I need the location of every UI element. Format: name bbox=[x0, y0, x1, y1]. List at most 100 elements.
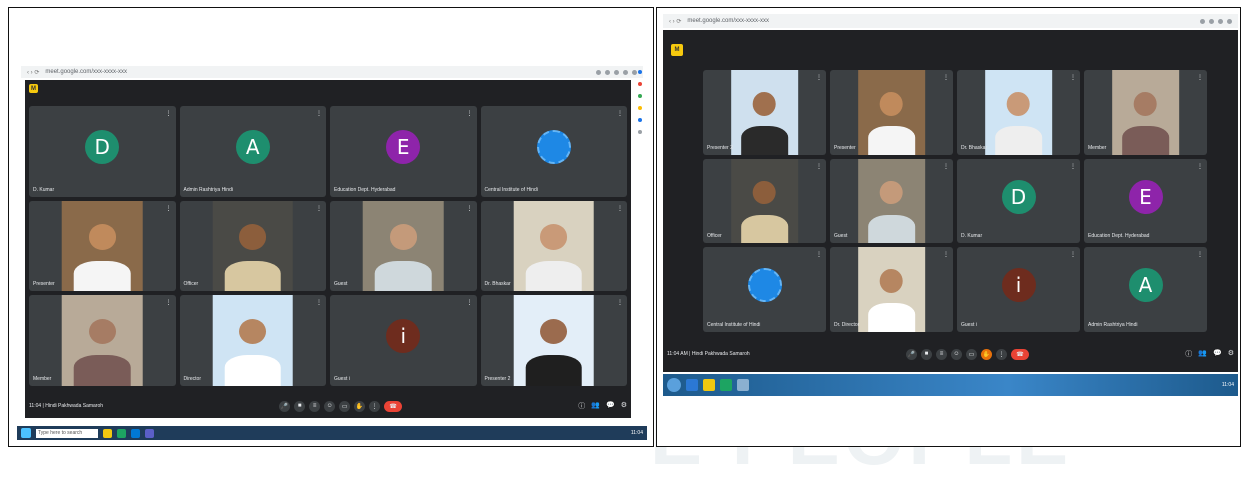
system-tray-clock[interactable]: 11:04 bbox=[631, 430, 643, 436]
end-button[interactable]: ☎ bbox=[1010, 348, 1029, 360]
tile-options-icon[interactable]: ⋮ bbox=[467, 205, 473, 212]
participant-tile[interactable]: ⋮ Director bbox=[179, 295, 326, 386]
ie-icon[interactable] bbox=[686, 379, 698, 391]
participant-tile[interactable]: ⋮ Presenter 2 bbox=[703, 70, 826, 155]
tile-options-icon[interactable]: ⋮ bbox=[166, 110, 172, 117]
tile-options-icon[interactable]: ⋮ bbox=[316, 110, 322, 117]
chrome-icon[interactable] bbox=[720, 379, 732, 391]
tile-options-icon[interactable]: ⋮ bbox=[617, 205, 623, 212]
participant-tile[interactable]: ⋮ Central Institute of Hindi bbox=[480, 106, 627, 197]
tile-options-icon[interactable]: ⋮ bbox=[1197, 251, 1203, 258]
tile-options-icon[interactable]: ⋮ bbox=[617, 299, 623, 306]
sidebar-dot-icon[interactable] bbox=[638, 70, 642, 74]
more-button[interactable]: ⋮ bbox=[995, 348, 1007, 360]
tile-options-icon[interactable]: ⋮ bbox=[467, 110, 473, 117]
present-button[interactable]: ▭ bbox=[965, 348, 977, 360]
cam-button[interactable]: ■ bbox=[294, 400, 306, 412]
tile-options-icon[interactable]: ⋮ bbox=[816, 74, 822, 81]
present-button[interactable]: ▭ bbox=[339, 400, 351, 412]
browser-address-bar[interactable]: ‹ › ⟳ meet.google.com/xxx-xxxx-xxx bbox=[663, 14, 1238, 28]
emoji-button[interactable]: ☺ bbox=[950, 348, 962, 360]
sidebar-dot-icon[interactable] bbox=[638, 118, 642, 122]
participant-tile[interactable]: E ⋮ Education Dept. Hyderabad bbox=[1084, 158, 1207, 244]
windows-start-icon[interactable] bbox=[667, 378, 681, 392]
hand-button[interactable]: ✋ bbox=[354, 400, 366, 412]
taskbar-search[interactable]: Type here to search bbox=[36, 428, 98, 438]
participant-tile[interactable]: ⋮ Dr. Bhaskar bbox=[957, 70, 1080, 155]
participant-tile[interactable]: i ⋮ Guest i bbox=[957, 247, 1080, 332]
nav-icons[interactable]: ‹ › ⟳ bbox=[27, 69, 39, 76]
participant-tile[interactable]: A ⋮ Admin Rashtriya Hindi bbox=[1084, 247, 1207, 332]
file-explorer-icon[interactable] bbox=[703, 379, 715, 391]
teams-icon[interactable] bbox=[145, 428, 154, 438]
participant-tile[interactable]: ⋮ Officer bbox=[179, 200, 326, 292]
side-control-icon[interactable]: ⚙ bbox=[1228, 349, 1234, 359]
participant-tile[interactable]: ⋮ Presenter 2 bbox=[480, 295, 627, 386]
tile-options-icon[interactable]: ⋮ bbox=[617, 110, 623, 117]
side-control-icon[interactable]: 💬 bbox=[606, 401, 615, 411]
participant-tile[interactable]: A ⋮ Admin Rashtriya Hindi bbox=[179, 106, 326, 197]
emoji-button[interactable]: ☺ bbox=[324, 400, 336, 412]
tile-options-icon[interactable]: ⋮ bbox=[816, 163, 822, 170]
tile-options-icon[interactable]: ⋮ bbox=[943, 74, 949, 81]
side-control-icon[interactable]: ⓘ bbox=[578, 401, 585, 411]
side-control-icon[interactable]: 👥 bbox=[1198, 349, 1207, 359]
tile-options-icon[interactable]: ⋮ bbox=[316, 299, 322, 306]
sidebar-dot-icon[interactable] bbox=[638, 82, 642, 86]
participant-tile[interactable]: i ⋮ Guest i bbox=[330, 295, 477, 386]
side-control-icon[interactable]: 💬 bbox=[1213, 349, 1222, 359]
participant-avatar: D bbox=[1001, 179, 1036, 214]
extension-icons[interactable] bbox=[596, 69, 637, 75]
tile-options-icon[interactable]: ⋮ bbox=[1070, 251, 1076, 258]
participant-tile[interactable]: ⋮ Member bbox=[1084, 70, 1207, 155]
extension-icons[interactable] bbox=[1200, 18, 1232, 24]
windows-start-icon[interactable] bbox=[21, 428, 31, 438]
participant-tile[interactable]: ⋮ Central Institute of Hindi bbox=[703, 247, 826, 332]
participant-tile[interactable]: E ⋮ Education Dept. Hyderabad bbox=[330, 106, 477, 197]
participant-tile[interactable]: ⋮ Member bbox=[29, 295, 176, 386]
side-control-icon[interactable]: 👥 bbox=[591, 401, 600, 411]
participant-tile[interactable]: ⋮ Officer bbox=[703, 158, 826, 244]
side-control-icon[interactable]: ⓘ bbox=[1185, 349, 1192, 359]
participant-tile[interactable]: D ⋮ D. Kumar bbox=[29, 106, 176, 197]
tile-options-icon[interactable]: ⋮ bbox=[166, 299, 172, 306]
participant-tile[interactable]: ⋮ Guest bbox=[830, 158, 953, 244]
tile-options-icon[interactable]: ⋮ bbox=[1070, 163, 1076, 170]
participant-tile[interactable]: ⋮ Guest bbox=[330, 200, 477, 292]
participant-tile[interactable]: ⋮ Presenter bbox=[29, 200, 176, 292]
participant-tile[interactable]: ⋮ Presenter bbox=[830, 70, 953, 155]
address-url[interactable]: meet.google.com/xxx-xxxx-xxx bbox=[45, 69, 127, 75]
participant-tile[interactable]: D ⋮ D. Kumar bbox=[957, 158, 1080, 244]
participant-tile[interactable]: ⋮ Dr. Director bbox=[830, 247, 953, 332]
cam-button[interactable]: ■ bbox=[920, 348, 932, 360]
tile-options-icon[interactable]: ⋮ bbox=[943, 251, 949, 258]
tile-options-icon[interactable]: ⋮ bbox=[1070, 74, 1076, 81]
edge-icon[interactable] bbox=[131, 428, 140, 438]
tile-options-icon[interactable]: ⋮ bbox=[166, 205, 172, 212]
tile-options-icon[interactable]: ⋮ bbox=[467, 299, 473, 306]
more-button[interactable]: ⋮ bbox=[369, 400, 381, 412]
tile-options-icon[interactable]: ⋮ bbox=[1197, 74, 1203, 81]
cc-button[interactable]: ≡ bbox=[935, 348, 947, 360]
side-control-icon[interactable]: ⚙ bbox=[621, 401, 627, 411]
tile-options-icon[interactable]: ⋮ bbox=[316, 205, 322, 212]
file-explorer-icon[interactable] bbox=[103, 428, 112, 438]
hand-button[interactable]: ✋ bbox=[980, 348, 992, 360]
chrome-icon[interactable] bbox=[117, 428, 126, 438]
nav-icons[interactable]: ‹ › ⟳ bbox=[669, 18, 681, 25]
tile-options-icon[interactable]: ⋮ bbox=[943, 163, 949, 170]
browser-address-bar[interactable]: ‹ › ⟳ meet.google.com/xxx-xxxx-xxx bbox=[21, 66, 643, 78]
participant-tile[interactable]: ⋮ Dr. Bhaskar bbox=[480, 200, 627, 292]
address-url[interactable]: meet.google.com/xxx-xxxx-xxx bbox=[687, 18, 769, 24]
tile-options-icon[interactable]: ⋮ bbox=[1197, 163, 1203, 170]
cc-button[interactable]: ≡ bbox=[309, 400, 321, 412]
sidebar-dot-icon[interactable] bbox=[638, 130, 642, 134]
sidebar-dot-icon[interactable] bbox=[638, 94, 642, 98]
mic-button[interactable]: 🎤 bbox=[279, 400, 291, 412]
media-icon[interactable] bbox=[737, 379, 749, 391]
mic-button[interactable]: 🎤 bbox=[905, 348, 917, 360]
sidebar-dot-icon[interactable] bbox=[638, 106, 642, 110]
end-button[interactable]: ☎ bbox=[384, 400, 403, 412]
system-tray-clock[interactable]: 11:04 bbox=[1222, 382, 1234, 388]
tile-options-icon[interactable]: ⋮ bbox=[816, 251, 822, 258]
